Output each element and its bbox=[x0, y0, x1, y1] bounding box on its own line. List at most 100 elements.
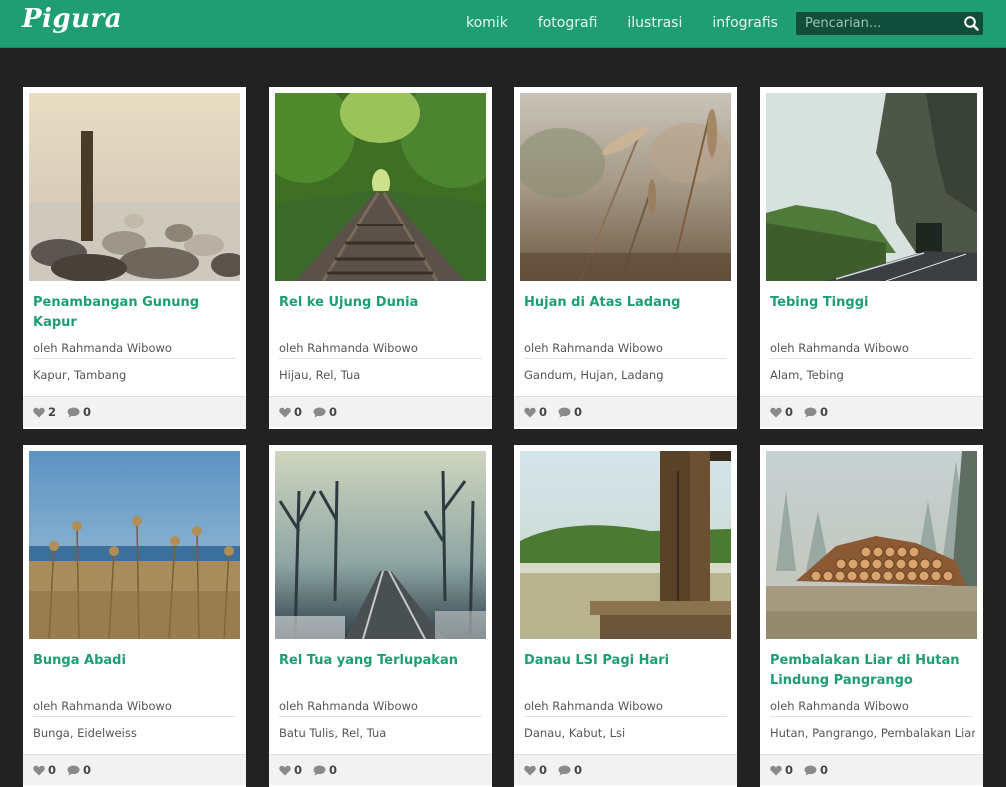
card-footer: 0 0 bbox=[269, 754, 492, 785]
comment-button[interactable]: 0 bbox=[558, 405, 582, 419]
heart-icon bbox=[33, 765, 45, 775]
photo-tags: Danau, Kabut, Lsi bbox=[524, 726, 626, 740]
comment-icon bbox=[804, 407, 817, 417]
like-count: 0 bbox=[785, 405, 794, 419]
photo-card: Bunga Abadi oleh Rahmanda Wibowo Bunga, … bbox=[23, 445, 246, 787]
photo-card: Hujan di Atas Ladang oleh Rahmanda Wibow… bbox=[514, 87, 737, 429]
nav-link-fotografi[interactable]: fotografi bbox=[538, 15, 598, 31]
photo-tags: Kapur, Tambang bbox=[33, 368, 127, 382]
card-footer: 2 0 bbox=[23, 396, 246, 427]
photo-title[interactable]: Tebing Tinggi bbox=[770, 293, 975, 313]
heart-icon bbox=[524, 765, 536, 775]
heart-icon bbox=[279, 407, 291, 417]
like-count: 0 bbox=[294, 763, 303, 777]
comment-button[interactable]: 0 bbox=[804, 405, 828, 419]
heart-icon bbox=[524, 407, 536, 417]
comment-icon bbox=[804, 765, 817, 775]
photo-thumbnail[interactable] bbox=[520, 451, 731, 639]
comment-count: 0 bbox=[83, 763, 92, 777]
like-count: 2 bbox=[48, 405, 57, 419]
photo-tags: Batu Tulis, Rel, Tua bbox=[279, 726, 387, 740]
card-footer: 0 0 bbox=[514, 396, 737, 427]
comment-button[interactable]: 0 bbox=[804, 763, 828, 777]
card-footer: 0 0 bbox=[269, 396, 492, 427]
photo-author: oleh Rahmanda Wibowo bbox=[524, 341, 727, 359]
comment-button[interactable]: 0 bbox=[313, 405, 337, 419]
photo-tags: Gandum, Hujan, Ladang bbox=[524, 368, 664, 382]
photo-tags: Hijau, Rel, Tua bbox=[279, 368, 361, 382]
photo-card: Rel Tua yang Terlupakan oleh Rahmanda Wi… bbox=[269, 445, 492, 787]
photo-card: Tebing Tinggi oleh Rahmanda Wibowo Alam,… bbox=[760, 87, 983, 429]
photo-tags: Bunga, Eidelweiss bbox=[33, 726, 137, 740]
comment-count: 0 bbox=[329, 405, 338, 419]
like-button[interactable]: 0 bbox=[770, 405, 793, 419]
comment-count: 0 bbox=[574, 405, 583, 419]
nav-link-komik[interactable]: komik bbox=[466, 15, 508, 31]
photo-title[interactable]: Hujan di Atas Ladang bbox=[524, 293, 729, 313]
comment-button[interactable]: 0 bbox=[67, 405, 91, 419]
search-input[interactable] bbox=[796, 12, 961, 35]
photo-thumbnail[interactable] bbox=[520, 93, 731, 281]
photo-thumbnail[interactable] bbox=[29, 93, 240, 281]
photo-title[interactable]: Pembalakan Liar di Hutan Lindung Pangran… bbox=[770, 651, 975, 691]
like-button[interactable]: 2 bbox=[33, 405, 56, 419]
like-count: 0 bbox=[785, 763, 794, 777]
photo-author: oleh Rahmanda Wibowo bbox=[279, 341, 482, 359]
like-count: 0 bbox=[294, 405, 303, 419]
comment-button[interactable]: 0 bbox=[67, 763, 91, 777]
comment-icon bbox=[313, 765, 326, 775]
comment-icon bbox=[67, 765, 80, 775]
comment-button[interactable]: 0 bbox=[313, 763, 337, 777]
comment-button[interactable]: 0 bbox=[558, 763, 582, 777]
heart-icon bbox=[770, 407, 782, 417]
like-button[interactable]: 0 bbox=[279, 763, 302, 777]
comment-count: 0 bbox=[329, 763, 338, 777]
photo-thumbnail[interactable] bbox=[766, 451, 977, 639]
search-icon[interactable] bbox=[963, 15, 980, 32]
photo-author: oleh Rahmanda Wibowo bbox=[770, 699, 973, 717]
like-count: 0 bbox=[539, 763, 548, 777]
card-footer: 0 0 bbox=[23, 754, 246, 785]
photo-author: oleh Rahmanda Wibowo bbox=[33, 699, 236, 717]
photo-thumbnail[interactable] bbox=[766, 93, 977, 281]
photo-card: Danau LSI Pagi Hari oleh Rahmanda Wibowo… bbox=[514, 445, 737, 787]
site-logo[interactable]: Pigura bbox=[22, 4, 122, 34]
photo-title[interactable]: Danau LSI Pagi Hari bbox=[524, 651, 729, 671]
photo-tags: Hutan, Pangrango, Pembalakan Liar bbox=[770, 726, 975, 740]
card-footer: 0 0 bbox=[760, 396, 983, 427]
photo-author: oleh Rahmanda Wibowo bbox=[770, 341, 973, 359]
photo-author: oleh Rahmanda Wibowo bbox=[33, 341, 236, 359]
photo-thumbnail[interactable] bbox=[275, 451, 486, 639]
heart-icon bbox=[770, 765, 782, 775]
like-count: 0 bbox=[48, 763, 57, 777]
comment-count: 0 bbox=[83, 405, 92, 419]
card-footer: 0 0 bbox=[760, 754, 983, 785]
photo-thumbnail[interactable] bbox=[275, 93, 486, 281]
like-button[interactable]: 0 bbox=[524, 405, 547, 419]
nav-link-infografis[interactable]: infografis bbox=[712, 15, 778, 31]
photo-card: Pembalakan Liar di Hutan Lindung Pangran… bbox=[760, 445, 983, 787]
like-count: 0 bbox=[539, 405, 548, 419]
photo-title[interactable]: Bunga Abadi bbox=[33, 651, 238, 671]
search-box bbox=[796, 12, 983, 35]
heart-icon bbox=[33, 407, 45, 417]
comment-icon bbox=[313, 407, 326, 417]
nav-link-ilustrasi[interactable]: ilustrasi bbox=[627, 15, 682, 31]
comment-icon bbox=[558, 765, 571, 775]
heart-icon bbox=[279, 765, 291, 775]
like-button[interactable]: 0 bbox=[770, 763, 793, 777]
photo-thumbnail[interactable] bbox=[29, 451, 240, 639]
photo-author: oleh Rahmanda Wibowo bbox=[279, 699, 482, 717]
main-nav: komik fotografi ilustrasi infografis bbox=[466, 15, 808, 31]
comment-icon bbox=[67, 407, 80, 417]
like-button[interactable]: 0 bbox=[279, 405, 302, 419]
like-button[interactable]: 0 bbox=[524, 763, 547, 777]
comment-count: 0 bbox=[820, 405, 829, 419]
comment-count: 0 bbox=[574, 763, 583, 777]
photo-tags: Alam, Tebing bbox=[770, 368, 844, 382]
photo-card: Rel ke Ujung Dunia oleh Rahmanda Wibowo … bbox=[269, 87, 492, 429]
photo-title[interactable]: Penambangan Gunung Kapur bbox=[33, 293, 238, 333]
photo-title[interactable]: Rel Tua yang Terlupakan bbox=[279, 651, 484, 671]
like-button[interactable]: 0 bbox=[33, 763, 56, 777]
photo-title[interactable]: Rel ke Ujung Dunia bbox=[279, 293, 484, 313]
